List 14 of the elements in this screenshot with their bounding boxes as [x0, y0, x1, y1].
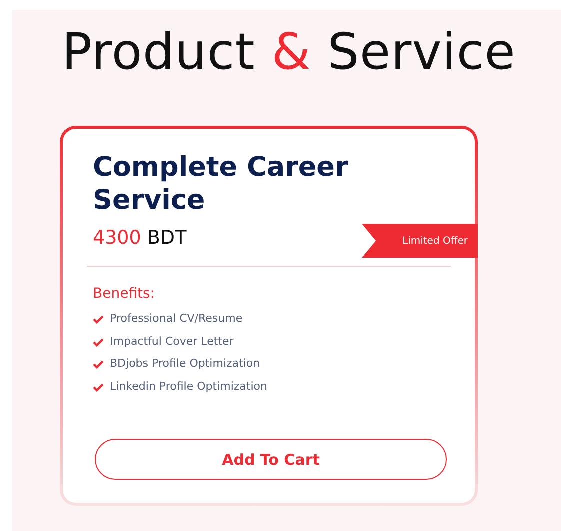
- benefits-label: Benefits:: [93, 285, 156, 304]
- product-title: Complete Career Service: [93, 151, 350, 218]
- benefit-text: BDjobs Profile Optimization: [110, 356, 260, 372]
- offer-ribbon: Limited Offer: [362, 224, 478, 258]
- check-icon: [93, 382, 104, 392]
- product-price: 4300 BDT: [93, 226, 187, 251]
- benefit-text: Linkedin Profile Optimization: [110, 378, 268, 395]
- section-heading: Product & Service: [62, 22, 517, 82]
- check-icon: [93, 360, 104, 370]
- benefit-text: Professional CV/Resume: [110, 311, 243, 328]
- add-to-cart-button[interactable]: Add To Cart: [95, 439, 447, 480]
- check-icon: [93, 315, 104, 324]
- benefit-text: Impactful Cover Letter: [110, 334, 234, 350]
- check-icon: [93, 338, 104, 347]
